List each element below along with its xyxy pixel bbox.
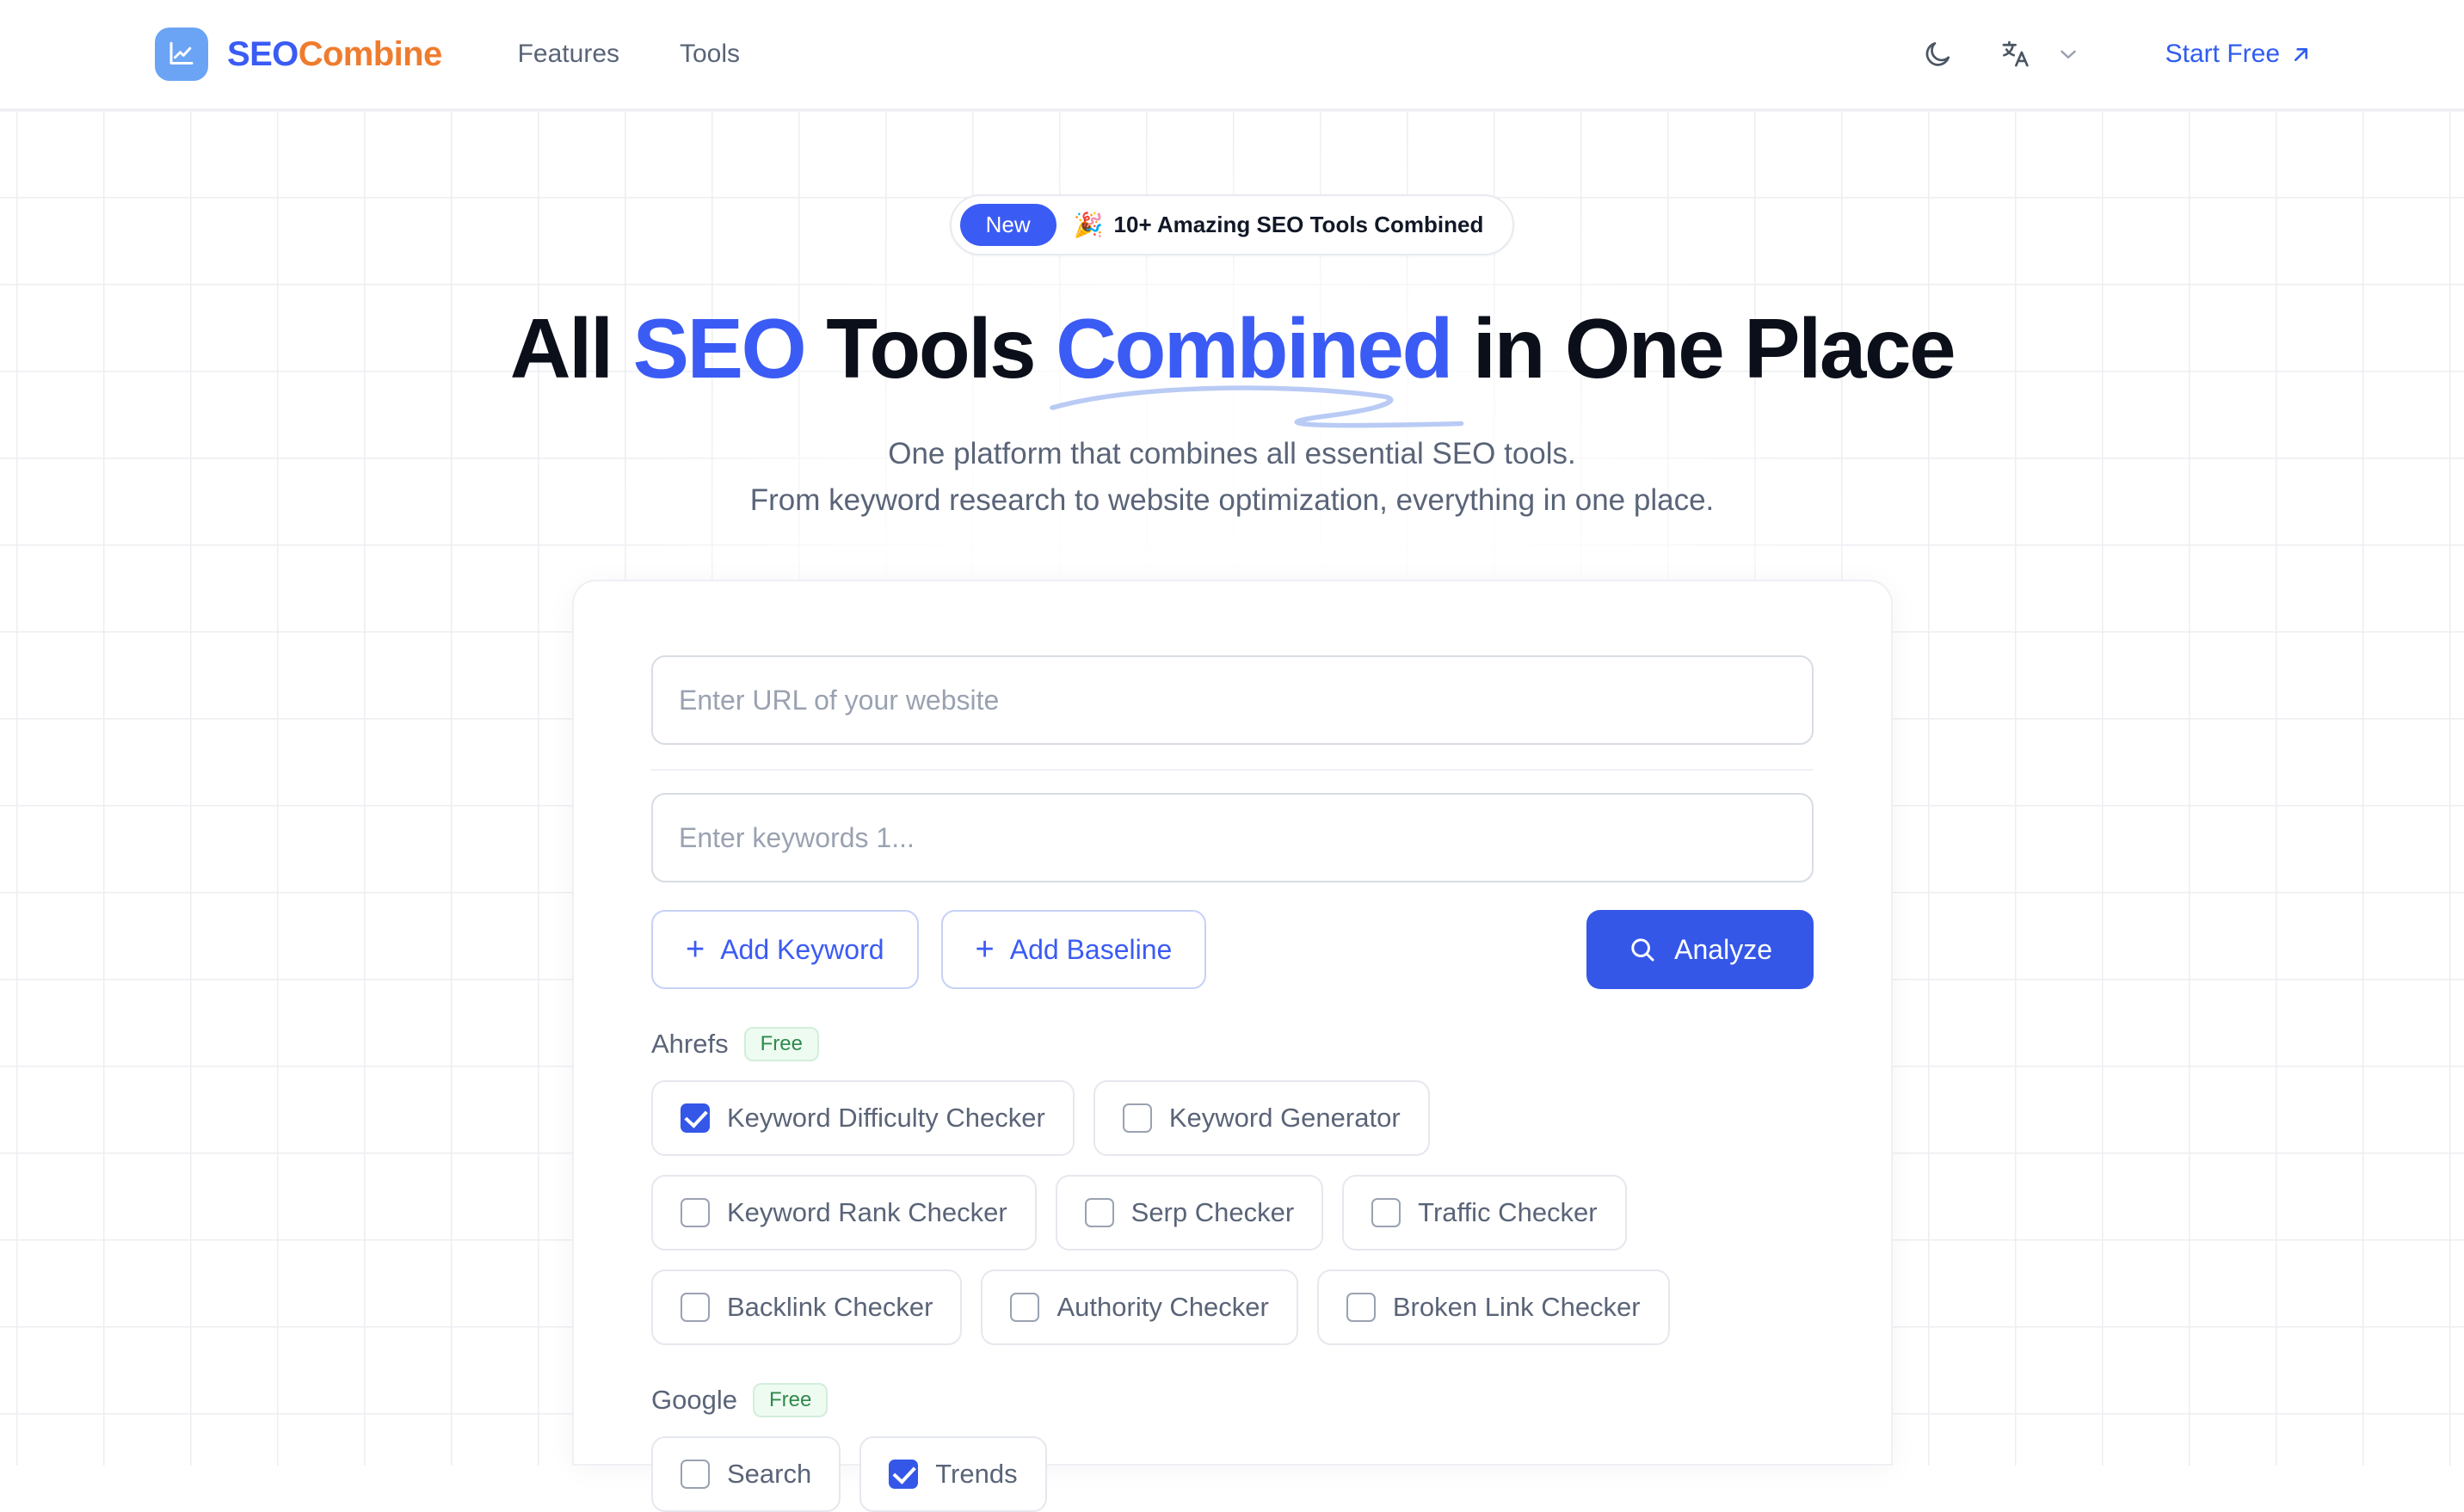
headline-part-3: Tools bbox=[804, 301, 1056, 396]
headline-part-5: in One Place bbox=[1451, 301, 1956, 396]
hero-section: New 🎉 10+ Amazing SEO Tools Combined All… bbox=[0, 110, 2464, 525]
add-keyword-button[interactable]: + Add Keyword bbox=[651, 910, 919, 989]
checkbox[interactable] bbox=[1084, 1198, 1114, 1227]
tool-group-header: Ahrefs Free bbox=[651, 1027, 1814, 1061]
form-divider bbox=[651, 769, 1814, 771]
analyze-label: Analyze bbox=[1674, 933, 1772, 965]
tool-chip-authority-checker[interactable]: Authority Checker bbox=[981, 1269, 1298, 1345]
badge-message: 10+ Amazing SEO Tools Combined bbox=[1113, 212, 1484, 237]
checkbox[interactable] bbox=[1010, 1293, 1040, 1322]
tool-chip-label: Search bbox=[727, 1459, 812, 1489]
announcement-badge[interactable]: New 🎉 10+ Amazing SEO Tools Combined bbox=[949, 194, 1515, 255]
tool-chip-broken-link-checker[interactable]: Broken Link Checker bbox=[1316, 1269, 1670, 1345]
headline-part-combined: Combined bbox=[1050, 301, 1464, 428]
brand-name-part2: Combine bbox=[298, 34, 443, 73]
analyzer-card: + Add Keyword + Add Baseline Analyze Ahr… bbox=[572, 580, 1893, 1512]
checkbox[interactable] bbox=[889, 1460, 919, 1489]
url-input[interactable] bbox=[651, 655, 1814, 745]
main-nav: Features Tools bbox=[518, 40, 740, 69]
hero-subtitle: One platform that combines all essential… bbox=[0, 431, 2464, 525]
checkbox[interactable] bbox=[1371, 1198, 1401, 1227]
brand-name-part1: SEO bbox=[227, 34, 299, 73]
tool-chip-label: Keyword Generator bbox=[1168, 1103, 1401, 1133]
tool-chip-backlink-checker[interactable]: Backlink Checker bbox=[651, 1269, 963, 1345]
hero-subtitle-line1: One platform that combines all essential… bbox=[888, 436, 1576, 470]
tool-chip-list: Keyword Difficulty Checker Keyword Gener… bbox=[651, 1080, 1814, 1345]
hero-subtitle-line2: From keyword research to website optimiz… bbox=[749, 483, 1715, 518]
site-header: SEOCombine Features Tools Start Free bbox=[0, 0, 2464, 110]
form-actions: + Add Keyword + Add Baseline Analyze bbox=[651, 910, 1814, 989]
checkbox[interactable] bbox=[1346, 1293, 1376, 1322]
tool-chip-label: Authority Checker bbox=[1056, 1292, 1269, 1322]
headline-part-seo: SEO bbox=[632, 301, 807, 396]
tool-chip-label: Keyword Rank Checker bbox=[727, 1197, 1007, 1227]
checkbox[interactable] bbox=[1122, 1103, 1152, 1133]
plus-icon: + bbox=[686, 931, 705, 968]
checkbox[interactable] bbox=[681, 1293, 710, 1322]
chevron-down-icon bbox=[2050, 28, 2086, 81]
tool-group-name: Google bbox=[651, 1385, 737, 1415]
tool-chip-label: Serp Checker bbox=[1130, 1197, 1295, 1227]
start-free-label: Start Free bbox=[2165, 40, 2280, 68]
tool-chip-label: Traffic Checker bbox=[1418, 1197, 1598, 1227]
add-baseline-label: Add Baseline bbox=[1009, 933, 1173, 965]
header-actions: Start Free bbox=[1911, 28, 2313, 81]
tool-chip-keyword-difficulty-checker[interactable]: Keyword Difficulty Checker bbox=[651, 1080, 1075, 1156]
language-selector[interactable] bbox=[1990, 28, 2086, 81]
arrow-up-right-icon bbox=[2295, 47, 2307, 61]
confetti-icon: 🎉 bbox=[1073, 212, 1104, 238]
tool-group-google: Google Free Search Trends bbox=[651, 1383, 1814, 1512]
tool-chip-serp-checker[interactable]: Serp Checker bbox=[1055, 1175, 1324, 1251]
add-keyword-label: Add Keyword bbox=[720, 933, 884, 965]
brand-name: SEOCombine bbox=[227, 35, 442, 74]
tool-chip-search[interactable]: Search bbox=[651, 1436, 841, 1512]
free-badge: Free bbox=[752, 1383, 829, 1417]
moon-icon[interactable] bbox=[1911, 28, 1964, 81]
badge-text: 🎉 10+ Amazing SEO Tools Combined bbox=[1074, 211, 1484, 239]
tool-chip-label: Trends bbox=[935, 1459, 1018, 1489]
analyze-button[interactable]: Analyze bbox=[1586, 910, 1814, 989]
announcement-badge-wrap: New 🎉 10+ Amazing SEO Tools Combined bbox=[0, 194, 2464, 255]
free-badge: Free bbox=[743, 1027, 819, 1061]
headline-combined-text: Combined bbox=[1056, 301, 1453, 396]
checkbox[interactable] bbox=[681, 1460, 710, 1489]
brand-logo[interactable]: SEOCombine bbox=[155, 28, 442, 81]
tool-chip-keyword-generator[interactable]: Keyword Generator bbox=[1093, 1080, 1430, 1156]
checkbox[interactable] bbox=[681, 1103, 710, 1133]
tool-chip-trends[interactable]: Trends bbox=[859, 1436, 1047, 1512]
tool-group-ahrefs: Ahrefs Free Keyword Difficulty Checker K… bbox=[651, 1027, 1814, 1345]
checkbox[interactable] bbox=[681, 1198, 710, 1227]
tool-chip-label: Keyword Difficulty Checker bbox=[727, 1103, 1045, 1133]
search-icon bbox=[1631, 938, 1654, 962]
tool-chip-label: Backlink Checker bbox=[727, 1292, 933, 1322]
page-title: All SEO Tools Combined in One Place bbox=[0, 301, 2464, 428]
tool-chip-label: Broken Link Checker bbox=[1392, 1292, 1641, 1322]
add-baseline-button[interactable]: + Add Baseline bbox=[940, 910, 1207, 989]
nav-item-tools[interactable]: Tools bbox=[680, 40, 740, 69]
start-free-button[interactable]: Start Free bbox=[2165, 40, 2313, 69]
keyword-input[interactable] bbox=[651, 793, 1814, 882]
underline-swoosh-icon bbox=[1050, 385, 1464, 428]
headline-part-1: All bbox=[509, 301, 633, 396]
translate-icon bbox=[1990, 28, 2043, 81]
tool-group-header: Google Free bbox=[651, 1383, 1814, 1417]
badge-new-pill: New bbox=[959, 204, 1056, 246]
tool-chip-list: Search Trends bbox=[651, 1436, 1814, 1512]
tool-group-name: Ahrefs bbox=[651, 1029, 729, 1059]
tool-chip-traffic-checker[interactable]: Traffic Checker bbox=[1342, 1175, 1627, 1251]
plus-icon: + bbox=[975, 931, 995, 968]
line-chart-icon bbox=[155, 28, 208, 81]
tool-chip-keyword-rank-checker[interactable]: Keyword Rank Checker bbox=[651, 1175, 1037, 1251]
nav-item-features[interactable]: Features bbox=[518, 40, 619, 69]
